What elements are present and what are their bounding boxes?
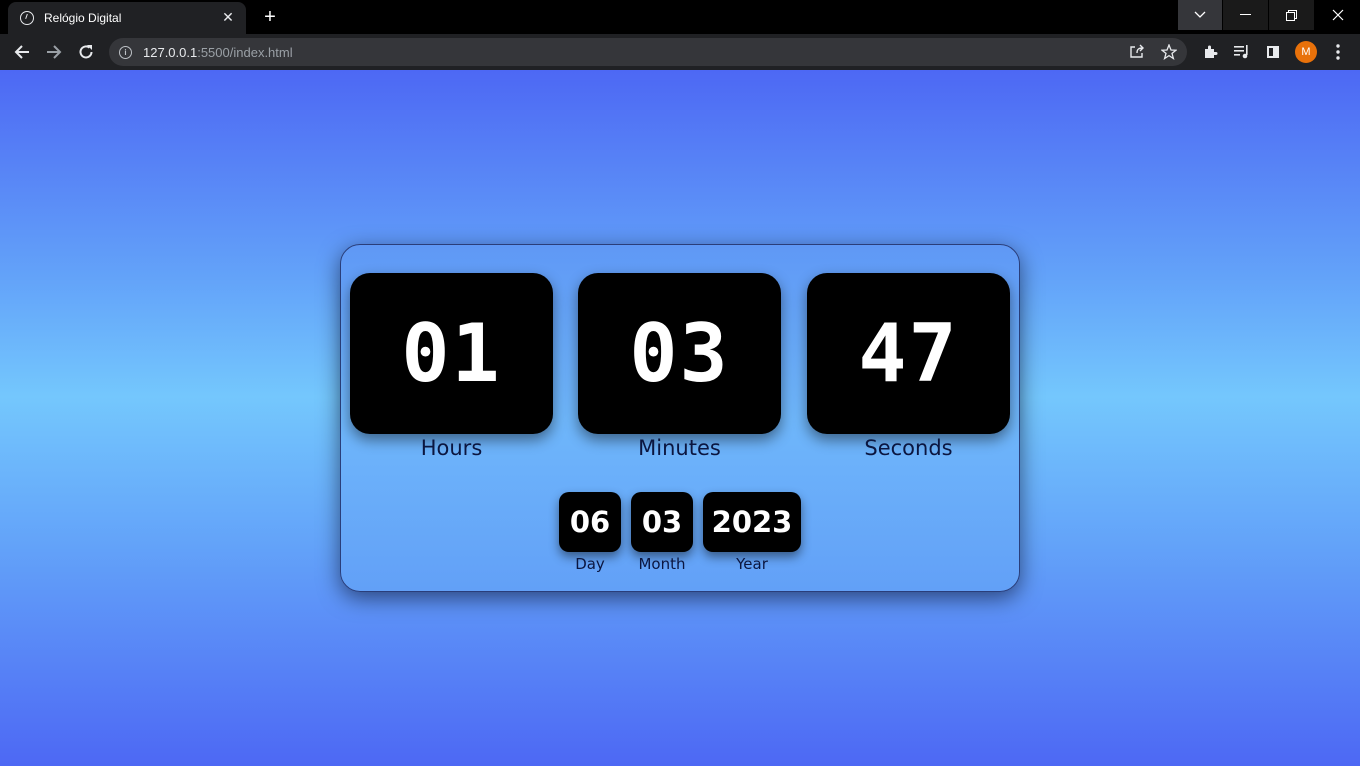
site-info-icon[interactable]: i bbox=[119, 45, 132, 59]
day-display: 06 bbox=[559, 492, 621, 552]
share-icon[interactable] bbox=[1129, 44, 1145, 63]
seconds-display: 47 bbox=[807, 273, 1010, 434]
more-menu-icon[interactable] bbox=[1326, 40, 1350, 64]
reload-icon[interactable] bbox=[72, 38, 100, 66]
year-label: Year bbox=[736, 555, 768, 573]
page-background: 01 03 47 Hours Minutes Seconds 06 03 202… bbox=[0, 70, 1360, 766]
address-bar[interactable]: i 127.0.0.1:5500/index.html bbox=[109, 38, 1187, 66]
hours-label: Hours bbox=[420, 436, 483, 460]
extensions-icon[interactable] bbox=[1198, 40, 1222, 64]
url-text: 127.0.0.1:5500/index.html bbox=[143, 45, 293, 60]
url-path: :5500/index.html bbox=[197, 44, 293, 60]
restore-icon[interactable] bbox=[1269, 0, 1314, 30]
browser-toolbar: i 127.0.0.1:5500/index.html M bbox=[0, 34, 1360, 70]
minutes-display: 03 bbox=[578, 273, 781, 434]
close-window-icon[interactable] bbox=[1315, 0, 1360, 30]
browser-tab[interactable]: Relógio Digital ✕ bbox=[8, 2, 246, 34]
clock-card: 01 03 47 Hours Minutes Seconds 06 03 202… bbox=[340, 244, 1020, 592]
profile-avatar[interactable]: M bbox=[1295, 41, 1317, 63]
clock-favicon-icon bbox=[20, 11, 34, 25]
forward-icon[interactable] bbox=[40, 38, 68, 66]
tab-strip: Relógio Digital ✕ + bbox=[0, 0, 1360, 34]
new-tab-button[interactable]: + bbox=[258, 5, 282, 29]
month-label: Month bbox=[638, 555, 686, 573]
url-host: 127.0.0.1 bbox=[143, 44, 198, 60]
media-control-icon[interactable] bbox=[1230, 40, 1254, 64]
day-label: Day bbox=[575, 555, 605, 573]
tab-close-icon[interactable]: ✕ bbox=[220, 10, 236, 26]
tab-title: Relógio Digital bbox=[44, 11, 122, 25]
side-panel-icon[interactable] bbox=[1261, 40, 1285, 64]
year-display: 2023 bbox=[703, 492, 801, 552]
month-display: 03 bbox=[631, 492, 693, 552]
tab-search-icon[interactable] bbox=[1178, 0, 1222, 30]
seconds-label: Seconds bbox=[864, 436, 953, 460]
bookmark-star-icon[interactable] bbox=[1160, 43, 1178, 64]
hours-display: 01 bbox=[350, 273, 553, 434]
back-icon[interactable] bbox=[8, 38, 36, 66]
minimize-icon[interactable] bbox=[1223, 0, 1268, 30]
minutes-label: Minutes bbox=[638, 436, 721, 460]
window-controls bbox=[1178, 0, 1360, 30]
